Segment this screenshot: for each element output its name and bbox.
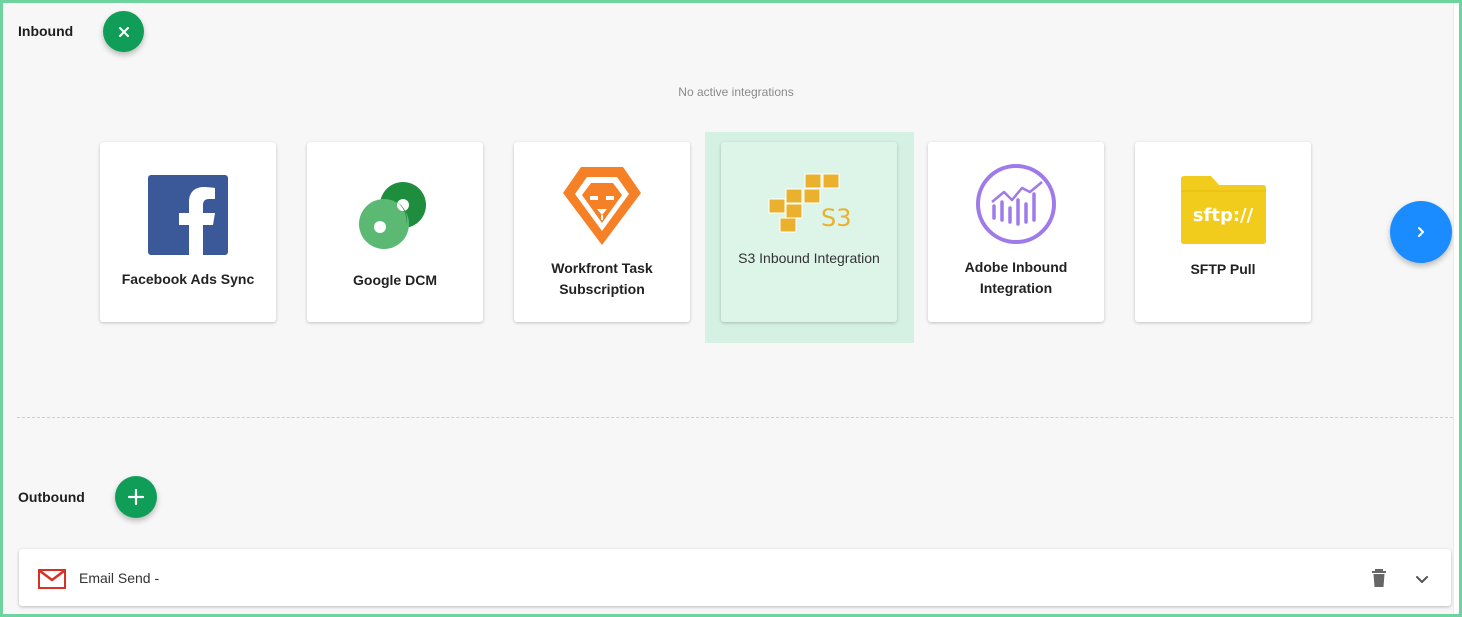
- integrations-panel: Inbound No active integrations Facebook …: [3, 3, 1459, 614]
- card-label: Adobe Inbound Integration: [964, 259, 1068, 296]
- svg-text:S3: S3: [821, 204, 851, 232]
- card-label: S3 Inbound Integration: [738, 250, 880, 266]
- vertical-scrollbar[interactable]: [1453, 3, 1459, 614]
- chevron-right-icon: [1418, 227, 1424, 237]
- google-dcm-icon: [359, 182, 426, 249]
- aws-s3-icon: S3: [768, 173, 851, 233]
- card-adobe-inbound-integration[interactable]: Adobe Inbound Integration: [928, 142, 1104, 322]
- section-divider: [17, 417, 1453, 418]
- card-label: Google DCM: [353, 272, 437, 288]
- add-outbound-button[interactable]: [115, 476, 157, 518]
- inbound-title: Inbound: [18, 23, 74, 39]
- close-icon: [118, 26, 129, 37]
- sftp-folder-icon: sftp://: [1181, 176, 1266, 244]
- outbound-title: Outbound: [18, 489, 85, 505]
- plus-icon: [128, 489, 144, 505]
- expand-button[interactable]: [1415, 572, 1429, 590]
- outbound-item-email-send[interactable]: Email Send -: [19, 549, 1451, 606]
- workfront-icon: [563, 167, 641, 245]
- close-inbound-button[interactable]: [103, 11, 144, 52]
- chevron-down-icon: [1416, 576, 1428, 583]
- card-workfront-task-subscription[interactable]: Workfront Task Subscription: [514, 142, 690, 322]
- delete-button[interactable]: [1371, 568, 1387, 593]
- svg-text:sftp://: sftp://: [1193, 205, 1254, 226]
- adobe-analytics-icon: [976, 164, 1056, 244]
- card-label: SFTP Pull: [1190, 261, 1256, 277]
- card-label: Facebook Ads Sync: [121, 271, 255, 287]
- outbound-item-label: Email Send -: [79, 570, 160, 586]
- card-facebook-ads-sync[interactable]: Facebook Ads Sync: [100, 142, 276, 322]
- card-google-dcm[interactable]: Google DCM: [307, 142, 483, 322]
- card-label: Workfront Task Subscription: [551, 260, 653, 297]
- facebook-icon: [148, 175, 228, 255]
- empty-message: No active integrations: [678, 85, 794, 99]
- card-sftp-pull[interactable]: sftp:// SFTP Pull: [1135, 142, 1311, 322]
- card-s3-inbound-integration[interactable]: S3 S3 Inbound Integration: [721, 142, 897, 322]
- next-cards-button[interactable]: [1390, 201, 1452, 263]
- gmail-icon: [38, 569, 66, 589]
- trash-icon: [1372, 569, 1386, 587]
